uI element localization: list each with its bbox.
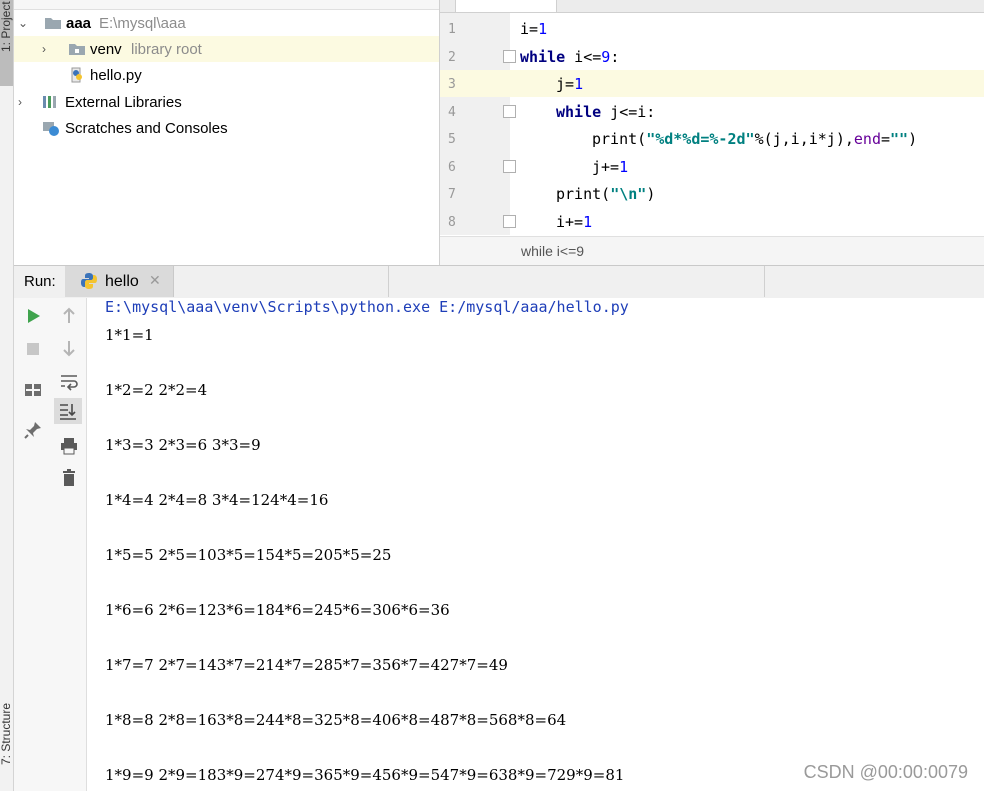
library-icon <box>43 96 56 108</box>
tree-row-root[interactable]: ⌄ aaa E:\mysql\aaa <box>14 10 439 36</box>
root-folder-name: aaa <box>66 14 92 32</box>
scroll-end-icon <box>60 404 76 420</box>
structure-tool-tab[interactable]: 7: Structure <box>0 660 13 770</box>
soft-wrap-icon[interactable] <box>59 371 79 391</box>
console-line: 1*1=1 <box>105 326 154 344</box>
root-folder-path: E:\mysql\aaa <box>99 14 186 32</box>
stop-icon[interactable] <box>23 339 43 359</box>
folder-icon <box>69 44 85 55</box>
editor-tab-hello-py[interactable] <box>455 0 557 13</box>
chevron-right-icon[interactable]: › <box>18 95 22 109</box>
layout-icon[interactable] <box>23 380 43 400</box>
python-icon <box>81 273 97 289</box>
console-line: 1*4=4 2*4=8 3*4=124*4=16 <box>105 491 329 509</box>
line-number: 8 <box>448 215 456 230</box>
code-line-4: while j<=i: <box>556 103 656 121</box>
console-line: 1*5=5 2*5=103*5=154*5=205*5=25 <box>105 546 392 564</box>
project-tool-tab[interactable]: 1: Project <box>0 0 13 86</box>
divider <box>764 266 765 297</box>
scroll-to-end-toggle[interactable] <box>54 398 82 424</box>
code-line-8: i+=1 <box>556 213 593 231</box>
structure-tab-label: 7: Structure <box>0 702 13 765</box>
project-tab-label: 1: Project <box>0 1 13 52</box>
venv-folder-name: venv <box>90 40 122 58</box>
pin-icon[interactable] <box>23 420 43 440</box>
watermark: CSDN @00:00:0079 <box>803 762 968 782</box>
console-line: 1*3=3 2*3=6 3*3=9 <box>105 436 261 454</box>
breadcrumb-item[interactable]: while i<=9 <box>521 243 584 259</box>
fold-marker-icon[interactable] <box>503 50 516 63</box>
run-label: Run: <box>24 273 56 290</box>
chevron-down-icon[interactable]: ⌄ <box>18 16 28 30</box>
line-number: 6 <box>448 160 456 175</box>
print-icon[interactable] <box>59 436 79 456</box>
chevron-right-icon[interactable]: › <box>42 42 46 56</box>
tree-row-venv[interactable]: › venv library root <box>14 36 439 62</box>
line-number: 4 <box>448 105 456 120</box>
editor-breadcrumb[interactable]: while i<=9 <box>440 236 984 266</box>
folder-icon <box>45 18 61 29</box>
project-toolbar <box>14 0 439 10</box>
scratches-label: Scratches and Consoles <box>65 119 228 137</box>
console-line: 1*7=7 2*7=143*7=214*7=285*7=356*7=427*7=… <box>105 656 508 674</box>
fold-marker-icon[interactable] <box>503 160 516 173</box>
run-tab-label: hello <box>105 273 139 290</box>
external-libraries-label: External Libraries <box>65 93 182 111</box>
line-number: 1 <box>448 22 456 37</box>
run-toolbar-primary <box>14 298 53 791</box>
console-line: 1*8=8 2*8=163*8=244*8=325*8=406*8=487*8=… <box>105 711 567 729</box>
close-icon[interactable]: ✕ <box>149 273 161 289</box>
code-line-5: print("%d*%d=%-2d"%(j,i,i*j),end="") <box>592 130 918 148</box>
tree-row-external-libraries[interactable]: › External Libraries <box>14 89 439 115</box>
up-arrow-icon[interactable] <box>59 306 79 326</box>
code-line-7: print("\n") <box>556 185 656 203</box>
code-line-2: while i<=9: <box>520 48 620 66</box>
venv-library-note: library root <box>131 40 202 58</box>
line-number: 5 <box>448 132 456 147</box>
line-number: 3 <box>448 77 456 92</box>
code-line-1: i=1 <box>520 20 548 38</box>
project-tree: ⌄ aaa E:\mysql\aaa › venv library root h… <box>14 0 440 265</box>
run-toolbar-secondary <box>52 298 87 791</box>
fold-marker-icon[interactable] <box>503 215 516 228</box>
code-line-6: j+=1 <box>592 158 629 176</box>
console-line: 1*6=6 2*6=123*6=184*6=245*6=306*6=36 <box>105 601 450 619</box>
line-number: 2 <box>448 50 456 65</box>
run-icon[interactable] <box>23 306 43 326</box>
trash-icon[interactable] <box>59 468 79 488</box>
fold-marker-icon[interactable] <box>503 105 516 118</box>
code-line-3: j=1 <box>556 75 584 93</box>
down-arrow-icon[interactable] <box>59 338 79 358</box>
scratches-icon <box>43 122 59 136</box>
python-file-icon <box>71 67 82 83</box>
line-number: 7 <box>448 187 456 202</box>
tree-row-hello-py[interactable]: hello.py <box>14 62 439 88</box>
run-tab-hello[interactable]: hello ✕ <box>65 266 174 297</box>
hello-py-name: hello.py <box>90 66 142 84</box>
console-command: E:\mysql\aaa\venv\Scripts\python.exe E:/… <box>105 298 629 316</box>
divider <box>388 266 389 297</box>
console-line: 1*9=9 2*9=183*9=274*9=365*9=456*9=547*9=… <box>105 766 625 784</box>
console-line: 1*2=2 2*2=4 <box>105 381 208 399</box>
tree-row-scratches[interactable]: Scratches and Consoles <box>14 115 439 141</box>
